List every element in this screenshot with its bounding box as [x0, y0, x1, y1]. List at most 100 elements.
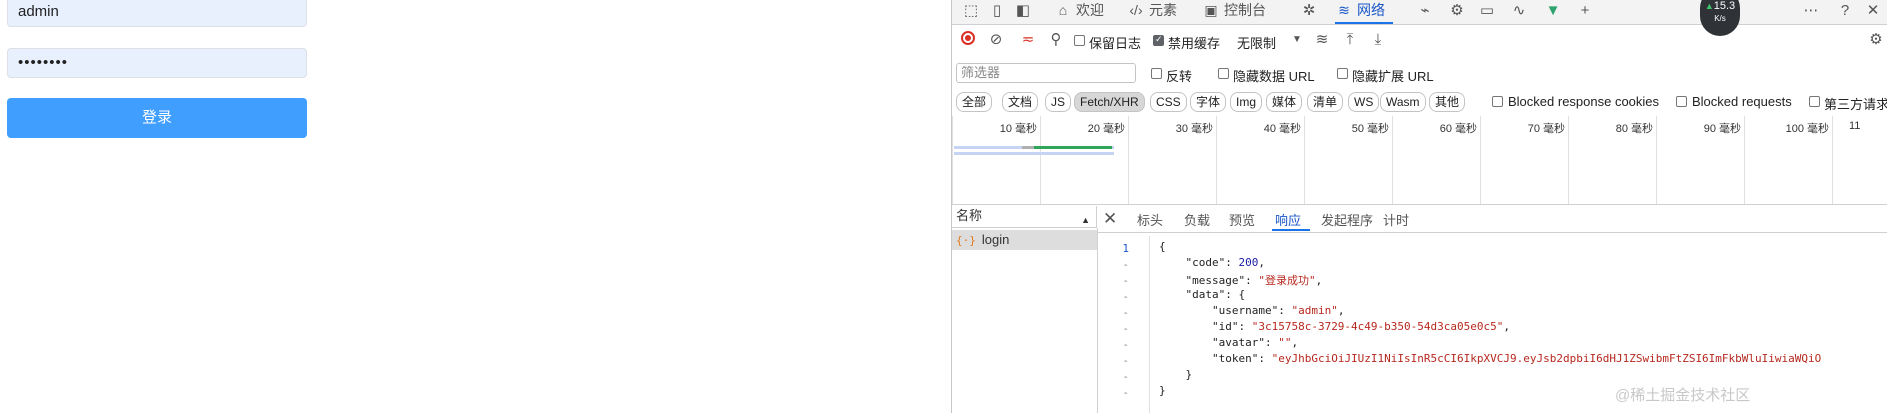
console-icon: ▣ [1204, 2, 1218, 18]
sort-ascending-icon[interactable]: ▲ [1081, 210, 1090, 230]
tab-elements-label: 元素 [1149, 2, 1177, 18]
password-input[interactable]: •••••••• [7, 48, 307, 78]
invert-label: 反转 [1166, 69, 1193, 84]
clear-icon[interactable]: ⊘ [986, 30, 1006, 50]
response-body[interactable]: 1 - - - - - - - - - { "code": 200, "mess… [1097, 236, 1887, 413]
blocked-requests-checkbox[interactable] [1676, 96, 1687, 107]
chip-media[interactable]: 媒体 [1266, 92, 1303, 112]
tab-payload[interactable]: 负载 [1184, 210, 1210, 229]
timeline-tick-label: 50 毫秒 [1351, 123, 1389, 135]
tab-console[interactable]: ▣ 控制台 [1202, 0, 1266, 24]
third-party-checkbox[interactable] [1809, 96, 1820, 107]
tab-headers[interactable]: 标头 [1137, 210, 1163, 229]
dock-icon[interactable]: ◧ [1014, 2, 1032, 20]
close-devtools-icon[interactable]: ✕ [1864, 2, 1882, 20]
chip-css[interactable]: CSS [1150, 92, 1187, 112]
hide-ext-urls-checkbox[interactable] [1337, 68, 1348, 79]
request-name: login [981, 232, 1010, 247]
line-number: - [1122, 338, 1129, 351]
timeline-tick: 40 毫秒 [1216, 116, 1305, 204]
chevron-down-icon[interactable]: ▼ [1287, 30, 1307, 50]
third-party-label: 第三方请求 [1824, 97, 1887, 112]
throttling-select[interactable]: 无限制 [1237, 33, 1276, 52]
disable-cache-checkbox[interactable] [1153, 34, 1164, 46]
tab-preview[interactable]: 预览 [1229, 210, 1255, 229]
tab-welcome[interactable]: ⌂ 欢迎 [1054, 0, 1104, 24]
names-column-header[interactable]: 名称 ▲ [952, 206, 1097, 228]
names-header-label: 名称 [956, 208, 983, 223]
hide-data-urls-checkbox[interactable] [1218, 68, 1229, 79]
blocked-requests-label: Blocked requests [1692, 94, 1792, 109]
timeline-tick: 90 毫秒 [1656, 116, 1745, 204]
bug-icon[interactable]: ✲ [1300, 2, 1318, 20]
record-icon[interactable] [961, 31, 975, 45]
timeline-overview[interactable]: 10 毫秒 20 毫秒 30 毫秒 40 毫秒 50 毫秒 60 毫秒 70 毫… [952, 116, 1887, 205]
chip-font[interactable]: 字体 [1190, 92, 1227, 112]
json-open-brace: { [1159, 240, 1166, 253]
memory-icon[interactable]: ∿ [1510, 2, 1528, 20]
timeline-tick-label: 40 毫秒 [1263, 123, 1301, 135]
tab-timing[interactable]: 计时 [1383, 210, 1409, 229]
help-icon[interactable]: ? [1836, 2, 1854, 20]
network-settings-icon[interactable]: ⚙ [1866, 30, 1886, 50]
filter-input[interactable]: 筛选器 [956, 63, 1136, 83]
chip-all[interactable]: 全部 [956, 92, 993, 112]
json-message-value: "登录成功" [1258, 274, 1316, 287]
line-number: - [1122, 258, 1129, 271]
tab-response[interactable]: 响应 [1275, 210, 1301, 229]
search-icon[interactable]: ⚲ [1046, 30, 1066, 50]
line-number: - [1122, 306, 1129, 319]
application-icon[interactable]: ▭ [1478, 2, 1496, 20]
json-line-username: "username": "admin", [1159, 304, 1345, 317]
json-close-brace: } [1159, 384, 1166, 397]
more-options-icon[interactable]: ⋯ [1802, 2, 1820, 20]
devtools-panel: ⬚ ▯ ◧ ⌂ 欢迎 ‹/› 元素 ▣ 控制台 ✲ ≋ 网络 ⌁ ⚙ ▭ ∿ ▼ + ▲… [951, 0, 1887, 413]
username-input[interactable]: admin [7, 0, 307, 27]
json-line-data: "data": { [1159, 288, 1246, 301]
timeline-tick-label: 30 毫秒 [1175, 123, 1213, 135]
preserve-log-checkbox[interactable] [1074, 35, 1085, 46]
device-toggle-icon[interactable]: ▯ [988, 2, 1006, 20]
json-line-message: "message": "登录成功", [1159, 274, 1323, 287]
chip-js[interactable]: JS [1045, 92, 1072, 112]
login-button[interactable]: 登录 [7, 98, 307, 138]
line-number: - [1122, 386, 1129, 399]
export-har-icon[interactable]: ⤓ [1368, 30, 1388, 50]
tab-welcome-label: 欢迎 [1076, 2, 1104, 18]
chip-wasm[interactable]: Wasm [1380, 92, 1426, 112]
chip-ws[interactable]: WS [1348, 92, 1380, 112]
timeline-tick: 50 毫秒 [1304, 116, 1393, 204]
chip-img[interactable]: Img [1230, 92, 1263, 112]
timeline-tick-label: 60 毫秒 [1439, 123, 1477, 135]
chip-other[interactable]: 其他 [1429, 92, 1466, 112]
chip-manifest[interactable]: 清单 [1307, 92, 1344, 112]
tab-console-label: 控制台 [1224, 2, 1266, 18]
json-line-id: "id": "3c15758c-3729-4c49-b350-54d3ca05e… [1159, 320, 1511, 333]
performance-icon[interactable]: ⌁ [1416, 2, 1434, 20]
wifi-icon: ≋ [1338, 2, 1350, 18]
settings-gear-icon[interactable]: ⚙ [1448, 2, 1466, 20]
tab-network-label: 网络 [1357, 2, 1385, 18]
import-har-icon[interactable]: ⤒ [1340, 30, 1360, 50]
tab-elements[interactable]: ‹/› 元素 [1127, 0, 1177, 24]
close-icon[interactable]: ✕ [1103, 209, 1117, 229]
code-tag-icon: ‹/› [1129, 2, 1143, 18]
vue-devtools-icon[interactable]: ▼ [1544, 2, 1562, 20]
filter-clear-icon[interactable]: ≂ [1018, 30, 1038, 50]
line-number: - [1122, 290, 1129, 303]
timeline-tick: 11 [1832, 116, 1887, 204]
request-row[interactable]: {·} login [952, 230, 1097, 250]
network-conditions-icon[interactable]: ≋ [1312, 30, 1332, 50]
watermark: @稀土掘金技术社区 [1615, 387, 1751, 404]
add-tab-icon[interactable]: + [1576, 2, 1594, 20]
inspect-icon[interactable]: ⬚ [962, 2, 980, 20]
blocked-cookies-checkbox[interactable] [1492, 96, 1503, 107]
line-number: - [1122, 370, 1129, 383]
tab-network[interactable]: ≋ 网络 [1335, 0, 1393, 24]
tab-initiator[interactable]: 发起程序 [1321, 210, 1373, 229]
chip-doc[interactable]: 文档 [1002, 92, 1039, 112]
chip-fetch-xhr[interactable]: Fetch/XHR [1074, 92, 1145, 112]
request-list: {·} login [952, 228, 1098, 413]
line-number: - [1122, 322, 1129, 335]
invert-checkbox[interactable] [1151, 68, 1162, 79]
